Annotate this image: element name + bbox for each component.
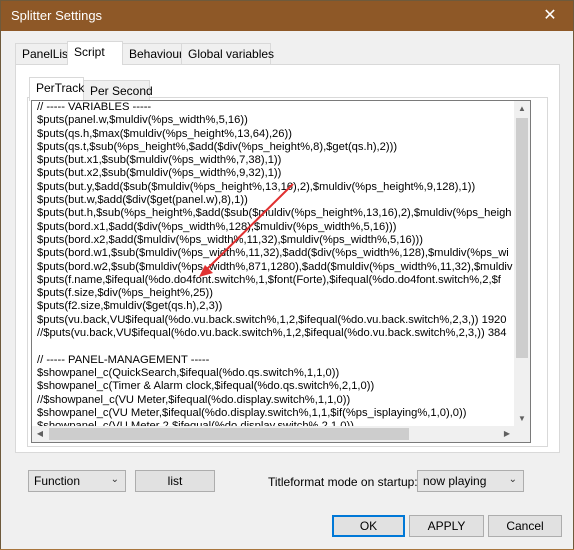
- script-line[interactable]: $puts(f.name,$ifequal(%do.do4font.switch…: [37, 274, 515, 287]
- close-icon[interactable]: ✕: [527, 1, 573, 31]
- chevron-down-icon: ⌄: [508, 474, 517, 485]
- script-editor[interactable]: // ----- VARIABLES ----- $puts(panel.w,$m…: [31, 100, 531, 443]
- tab-panellist[interactable]: PanelList: [15, 43, 71, 64]
- script-line[interactable]: // ----- VARIABLES -----: [37, 101, 515, 114]
- script-line[interactable]: $puts(bord.x2,$add($muldiv(%ps_width%,11…: [37, 234, 515, 247]
- titleformat-label: Titleformat mode on startup:: [268, 475, 418, 489]
- ok-button[interactable]: OK: [332, 515, 405, 537]
- script-line[interactable]: $puts(qs.t,$sub(%ps_height%,$add($div(%p…: [37, 141, 515, 154]
- apply-button[interactable]: APPLY: [409, 515, 484, 537]
- splitter-settings-window: Splitter Settings ✕ PanelList Script Beh…: [0, 0, 574, 549]
- vertical-scrollbar[interactable]: ▲ ▼: [514, 101, 530, 427]
- scroll-right-icon[interactable]: ▶: [499, 426, 515, 442]
- function-select[interactable]: Function ⌄: [28, 470, 126, 492]
- script-line[interactable]: $puts(but.w,$add($div($get(panel.w),8),1…: [37, 194, 515, 207]
- list-button[interactable]: list: [135, 470, 215, 492]
- script-line[interactable]: $puts(but.x1,$sub($muldiv(%ps_width%,7,3…: [37, 154, 515, 167]
- tab-global-variables[interactable]: Global variables: [181, 43, 274, 64]
- script-line[interactable]: // ----- PANEL-MANAGEMENT -----: [37, 354, 515, 367]
- script-line[interactable]: $puts(bord.w1,$sub($muldiv(%ps_width%,11…: [37, 247, 515, 260]
- script-line[interactable]: $showpanel_c(Timer & Alarm clock,$ifequa…: [37, 380, 515, 393]
- script-line[interactable]: $puts(bord.x1,$add($div(%ps_width%,128),…: [37, 221, 515, 234]
- script-line[interactable]: $puts(but.x2,$sub($muldiv(%ps_width%,9,3…: [37, 167, 515, 180]
- scroll-down-icon[interactable]: ▼: [514, 411, 530, 427]
- horizontal-scroll-thumb[interactable]: [49, 428, 409, 440]
- script-line[interactable]: $showpanel_c(QuickSearch,$ifequal(%do.qs…: [37, 367, 515, 380]
- script-line[interactable]: $puts(bord.w2,$sub($muldiv(%ps_width%,87…: [37, 261, 515, 274]
- horizontal-scrollbar[interactable]: ◀ ▶: [32, 426, 515, 442]
- script-line[interactable]: $puts(but.y,$add($sub($muldiv(%ps_height…: [37, 181, 515, 194]
- window-title: Splitter Settings: [11, 8, 103, 23]
- chevron-down-icon: ⌄: [110, 474, 119, 485]
- script-line[interactable]: //$showpanel_c(VU Meter,$ifequal(%do.dis…: [37, 394, 515, 407]
- script-line[interactable]: $puts(f2.size,$muldiv($get(qs.h),2,3)): [37, 300, 515, 313]
- cancel-button[interactable]: Cancel: [488, 515, 562, 537]
- script-line[interactable]: $puts(panel.w,$muldiv(%ps_width%,5,16)): [37, 114, 515, 127]
- script-line[interactable]: $puts(vu.back,VU$ifequal(%do.vu.back.swi…: [37, 314, 515, 327]
- titleformat-mode-select[interactable]: now playing ⌄: [417, 470, 524, 492]
- script-line[interactable]: //$puts(vu.back,VU$ifequal(%do.vu.back.s…: [37, 327, 515, 340]
- scroll-up-icon[interactable]: ▲: [514, 101, 530, 117]
- script-line[interactable]: $puts(qs.h,$max($muldiv(%ps_height%,13,6…: [37, 128, 515, 141]
- title-bar: Splitter Settings ✕: [1, 1, 573, 31]
- tab-script[interactable]: Script: [67, 41, 123, 65]
- scrollbar-corner: [514, 426, 530, 442]
- tab-behaviour[interactable]: Behaviour: [122, 43, 183, 64]
- script-line[interactable]: $puts(but.h,$sub(%ps_height%,$add($sub($…: [37, 207, 515, 220]
- scroll-left-icon[interactable]: ◀: [32, 426, 48, 442]
- tab-per-second[interactable]: Per Second: [83, 80, 153, 101]
- script-line[interactable]: [37, 340, 515, 353]
- script-text[interactable]: // ----- VARIABLES ----- $puts(panel.w,$m…: [37, 101, 515, 442]
- script-line[interactable]: $showpanel_c(VU Meter,$ifequal(%do.displ…: [37, 407, 515, 420]
- vertical-scroll-thumb[interactable]: [516, 118, 528, 358]
- script-line[interactable]: $puts(f.size,$div(%ps_height%,25)): [37, 287, 515, 300]
- tab-pertrack[interactable]: PerTrack: [29, 77, 84, 101]
